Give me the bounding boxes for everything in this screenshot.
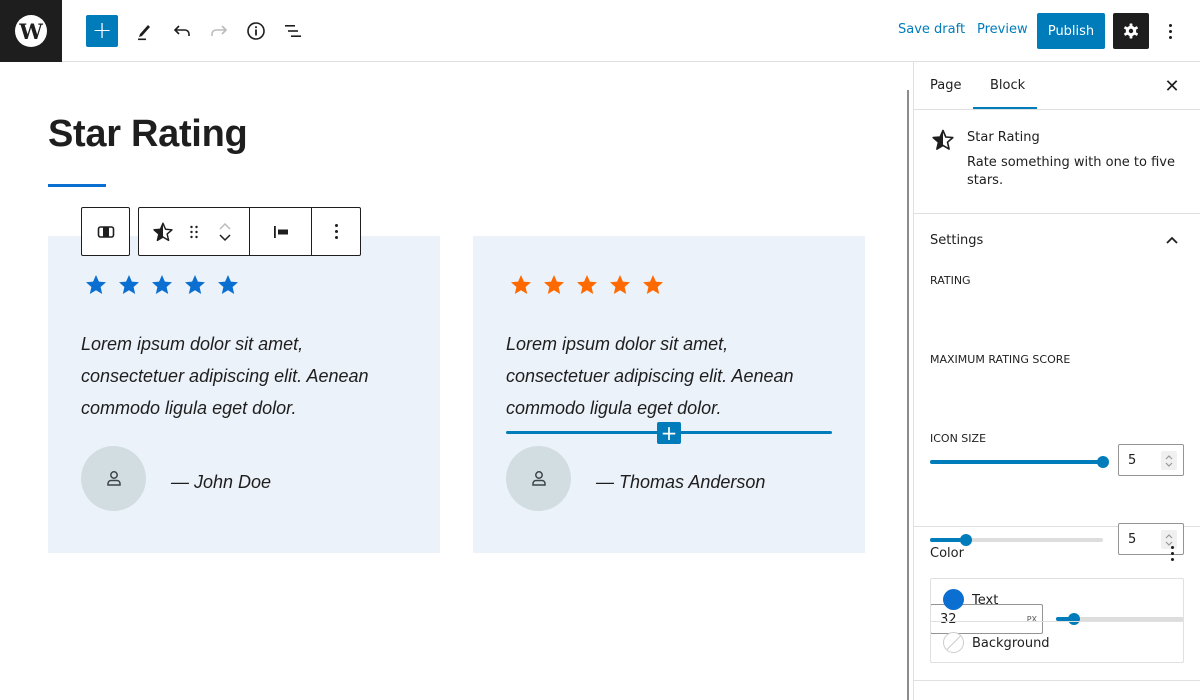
star-rating[interactable] [84,273,240,297]
testimonial-quote[interactable]: Lorem ipsum dolor sit amet, consectetuer… [81,328,411,424]
options-menu-button[interactable] [1160,15,1180,47]
inline-inserter-button[interactable]: + [657,422,681,444]
drag-handle-icon [190,225,198,238]
details-button[interactable] [240,15,272,47]
color-list: Text Background [930,578,1184,663]
add-block-button[interactable]: + [86,15,118,47]
spinner-arrows-icon [1165,454,1173,467]
block-description: Rate something with one to five stars. [967,155,1175,188]
color-swatch [943,589,964,610]
no-color-swatch-icon [943,632,964,653]
testimonial-quote[interactable]: Lorem ipsum dolor sit amet, consectetuer… [506,328,836,424]
tab-block[interactable]: Block [990,78,1025,93]
tab-page[interactable]: Page [930,78,961,93]
max-rating-label: MAXIMUM RATING SCORE [930,353,1071,366]
info-icon [247,22,265,40]
editor-top-bar: W + Save draft Preview Publish [0,0,1200,62]
align-button[interactable] [249,208,311,255]
gear-icon [1124,23,1138,39]
block-tools-group [138,207,361,256]
rating-spinner[interactable] [1161,451,1177,470]
star-icon[interactable] [509,273,533,297]
testimonial-author[interactable]: — Thomas Anderson [596,472,765,493]
close-icon: ✕ [1164,75,1180,97]
title-separator [48,184,106,187]
color-panel-title: Color [930,546,964,561]
color-panel: Color Text Background [914,527,1200,681]
block-card: Star Rating Rate something with one to f… [914,110,1200,214]
rating-label: RATING [930,274,971,287]
redo-icon [211,25,228,36]
testimonial-author[interactable]: — John Doe [171,472,271,493]
star-icon[interactable] [542,273,566,297]
user-icon [106,470,121,486]
select-parent-button[interactable] [82,208,129,255]
canvas-scrollbar[interactable] [907,90,909,700]
settings-panel-title[interactable]: Settings [930,233,983,248]
close-sidebar-button[interactable]: ✕ [1162,74,1182,98]
rating-slider[interactable] [930,453,1109,471]
star-icon[interactable] [183,273,207,297]
active-tab-indicator [973,107,1037,109]
star-icon[interactable] [117,273,141,297]
list-view-icon [285,25,301,37]
tools-button[interactable] [128,15,160,47]
slider-fill [930,460,1103,464]
star-icon[interactable] [216,273,240,297]
plus-icon: + [91,16,113,44]
color-item-text[interactable]: Text [931,579,1183,621]
settings-button[interactable] [1113,13,1149,49]
avatar[interactable] [81,446,146,511]
wordpress-logo-icon: W [15,15,47,47]
wordpress-logo-button[interactable]: W [0,0,62,62]
star-rating[interactable] [509,273,665,297]
block-toolbar [81,207,361,256]
color-item-background[interactable]: Background [931,621,1183,663]
rating-input[interactable]: 5 [1118,444,1184,476]
color-options-button[interactable] [1164,541,1180,565]
user-icon [531,470,546,486]
more-vertical-icon [1170,545,1174,549]
list-view-button[interactable] [277,15,309,47]
undo-button[interactable] [166,15,198,47]
settings-sidebar: Page Block ✕ Star Rating Rate something … [913,62,1200,700]
save-draft-button[interactable]: Save draft [898,22,965,37]
star-icon[interactable] [575,273,599,297]
more-vertical-icon [1168,23,1172,27]
redo-button[interactable] [203,15,235,47]
plus-icon: + [660,421,678,445]
chevron-up-icon[interactable] [218,222,232,230]
justify-left-icon [273,225,288,238]
slider-thumb[interactable] [1097,456,1109,468]
next-panel [914,681,1200,700]
columns-icon [97,225,114,238]
publish-button[interactable]: Publish [1037,13,1105,49]
settings-panel-toggle[interactable] [1162,230,1182,250]
block-type-button[interactable] [139,208,187,255]
star-icon[interactable] [641,273,665,297]
page-title[interactable]: Star Rating [48,113,248,156]
drag-handle[interactable] [187,208,201,255]
star-icon[interactable] [150,273,174,297]
pencil-icon [138,25,150,41]
block-name: Star Rating [967,130,1040,145]
preview-button[interactable]: Preview [977,22,1028,37]
block-options-button[interactable] [311,208,360,255]
chevron-down-icon[interactable] [218,233,232,242]
undo-icon [173,25,190,36]
more-vertical-icon [334,224,338,227]
avatar[interactable] [506,446,571,511]
testimonial-card[interactable]: Lorem ipsum dolor sit amet, consectetuer… [48,236,440,553]
settings-panel: Settings RATING 5 MAXIMUM RATING SCORE 5 [914,214,1200,634]
star-icon[interactable] [84,273,108,297]
star-icon[interactable] [608,273,632,297]
icon-size-label: ICON SIZE [930,432,987,445]
parent-selector-group [81,207,130,256]
star-half-icon [931,128,955,156]
star-half-icon [153,222,173,241]
testimonial-card[interactable]: Lorem ipsum dolor sit amet, consectetuer… [473,236,865,553]
move-buttons [201,208,249,255]
chevron-up-icon [1166,236,1178,244]
sidebar-tabs: Page Block ✕ [914,62,1200,110]
